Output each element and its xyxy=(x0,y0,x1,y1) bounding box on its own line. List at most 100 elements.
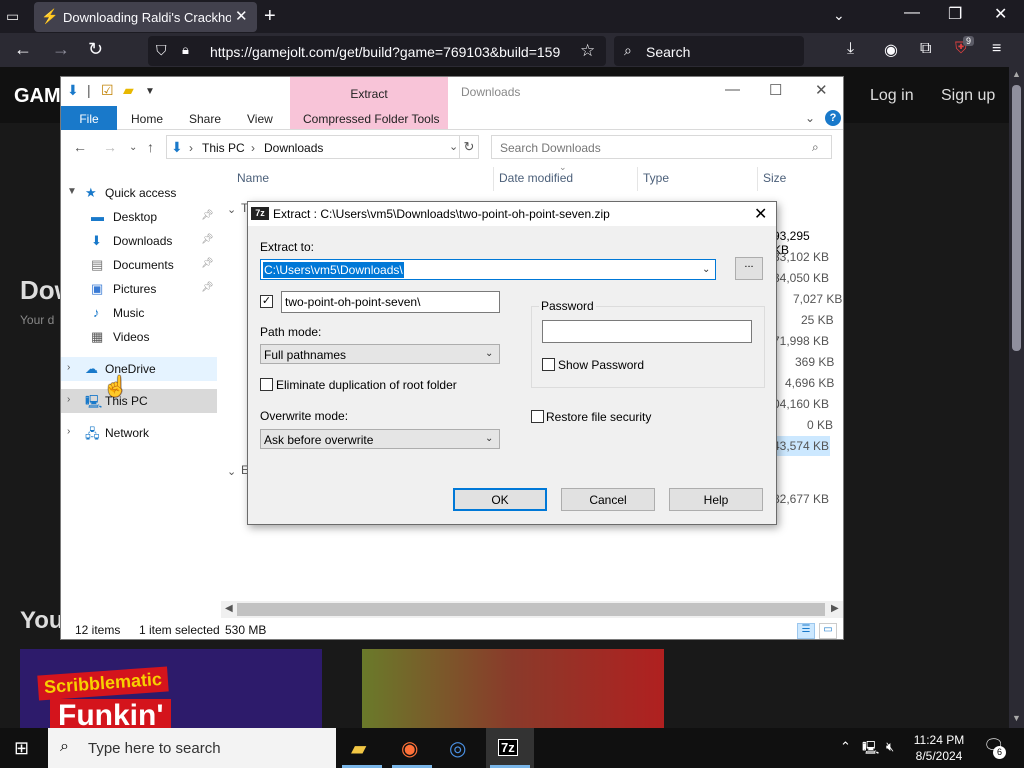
taskbar-search-input[interactable]: ⌕ Type here to search xyxy=(48,728,336,768)
column-size[interactable]: Size xyxy=(763,171,786,185)
scrollbar-thumb[interactable] xyxy=(237,603,825,616)
details-view-icon[interactable]: ☰ xyxy=(797,623,815,639)
windows-start-icon[interactable]: ⊞ xyxy=(14,738,29,759)
explorer-search-input[interactable]: Search Downloads ⌕ xyxy=(491,135,832,159)
nav-onedrive[interactable]: › ☁ OneDrive xyxy=(61,357,217,381)
folder-checkbox[interactable]: ✓ xyxy=(260,295,273,308)
address-dropdown-icon[interactable]: ⌄ xyxy=(449,140,458,153)
scroll-right-icon[interactable]: ▶ xyxy=(831,603,839,614)
restore-icon[interactable]: ❐ xyxy=(948,4,962,24)
forward-icon[interactable]: → xyxy=(52,39,70,60)
column-divider[interactable] xyxy=(493,167,494,191)
volume-muted-icon[interactable]: 🔇︎ xyxy=(886,739,894,755)
expand-ribbon-icon[interactable]: ⌄ xyxy=(805,111,815,125)
group-collapse-icon[interactable]: ⌄ xyxy=(227,203,236,216)
chevron-down-icon[interactable]: ⌄ xyxy=(485,348,493,359)
help-button[interactable]: Help xyxy=(669,488,763,511)
maximize-icon[interactable]: ☐ xyxy=(769,81,782,99)
path-mode-select[interactable]: Full pathnames ⌄ xyxy=(260,344,500,364)
large-icons-view-icon[interactable]: ▭ xyxy=(819,623,837,639)
tab-compressed-folder-tools[interactable]: Compressed Folder Tools xyxy=(303,112,440,126)
close-icon[interactable]: ✕ xyxy=(815,81,828,99)
chevron-down-icon[interactable]: ⌄ xyxy=(485,433,493,444)
overwrite-mode-select[interactable]: Ask before overwrite ⌄ xyxy=(260,429,500,449)
group-collapse-icon[interactable]: ⌄ xyxy=(227,465,236,478)
scroll-up-icon[interactable]: ▲ xyxy=(1012,69,1021,79)
nav-desktop[interactable]: ▬ Desktop 📌︎ xyxy=(61,205,217,229)
taskbar-chrome[interactable]: ◎ xyxy=(436,728,484,768)
tab-view[interactable]: View xyxy=(247,112,273,126)
column-type[interactable]: Type xyxy=(643,171,669,185)
tab-share[interactable]: Share xyxy=(189,112,221,126)
chevron-down-icon[interactable]: ⌄ xyxy=(833,7,845,24)
clock[interactable]: 11:24 PM 8/5/2024 xyxy=(906,732,972,764)
tab-list-icon[interactable]: ▭ xyxy=(6,8,24,24)
extract-to-combo[interactable]: C:\Users\vm5\Downloads\ ⌄ xyxy=(260,259,716,280)
taskbar-file-explorer[interactable]: ▰ xyxy=(338,728,386,768)
back-icon[interactable]: ← xyxy=(14,39,32,60)
url-bar[interactable]: ⛉ 🔒︎ https://gamejolt.com/get/build?game… xyxy=(148,36,606,66)
chevron-down-icon[interactable]: ⌄ xyxy=(702,264,710,275)
address-bar[interactable]: ⬇ › This PC › Downloads ⌄ xyxy=(166,135,479,159)
nav-downloads[interactable]: ⬇ Downloads 📌︎ xyxy=(61,229,217,253)
expand-icon[interactable]: › xyxy=(67,426,70,437)
bookmark-star-icon[interactable]: ☆ xyxy=(580,41,595,61)
nav-quick-access[interactable]: ▼ ★ Quick access xyxy=(61,181,217,205)
account-icon[interactable]: ◉ xyxy=(884,40,898,60)
url-text[interactable]: https://gamejolt.com/get/build?game=7691… xyxy=(210,44,574,60)
signup-link[interactable]: Sign up xyxy=(941,87,995,105)
downloads-icon[interactable]: ⤓ xyxy=(847,40,854,58)
minimize-icon[interactable]: — xyxy=(904,4,920,22)
new-tab-icon[interactable]: + xyxy=(264,5,276,28)
taskbar-firefox[interactable]: ◉ xyxy=(388,728,436,768)
column-divider[interactable] xyxy=(757,167,758,191)
tab-file[interactable]: File xyxy=(61,106,117,130)
search-bar[interactable]: ⌕ Search xyxy=(614,36,804,66)
forward-icon[interactable]: → xyxy=(103,139,117,155)
game-card[interactable]: Scribblematic Funkin' xyxy=(20,649,322,728)
game-card[interactable] xyxy=(362,649,664,728)
column-divider[interactable] xyxy=(637,167,638,191)
expand-icon[interactable]: ▼ xyxy=(67,186,77,197)
menu-icon[interactable]: ≡ xyxy=(992,40,1001,58)
restore-security-checkbox[interactable] xyxy=(531,410,544,423)
show-hidden-icons-icon[interactable]: ⌃ xyxy=(840,739,851,755)
customize-quick-access-icon[interactable]: ▼ xyxy=(145,86,155,97)
cancel-button[interactable]: Cancel xyxy=(561,488,655,511)
close-icon[interactable]: ✕ xyxy=(754,204,767,224)
column-date-modified[interactable]: Date modified xyxy=(499,171,573,185)
nav-videos[interactable]: ▦ Videos xyxy=(61,325,217,349)
new-folder-icon[interactable]: ▰ xyxy=(123,82,134,99)
expand-icon[interactable]: › xyxy=(67,362,70,373)
network-icon[interactable]: 🖳︎ xyxy=(862,739,879,761)
properties-icon[interactable]: ☑ xyxy=(101,82,114,99)
login-link[interactable]: Log in xyxy=(870,87,914,105)
nav-pictures[interactable]: ▣ Pictures 📌︎ xyxy=(61,277,217,301)
expand-icon[interactable]: › xyxy=(67,394,70,405)
extract-to-value[interactable]: C:\Users\vm5\Downloads\ xyxy=(263,262,404,278)
browse-button[interactable]: ... xyxy=(735,257,763,280)
browser-tab[interactable]: ⚡ Downloading Raldi's Crackhouse ✕ xyxy=(34,2,257,32)
scrollbar-thumb[interactable] xyxy=(1012,85,1021,351)
reload-icon[interactable]: ↻ xyxy=(88,39,103,60)
nav-music[interactable]: ♪ Music xyxy=(61,301,217,325)
eliminate-duplication-label[interactable]: Eliminate duplication of root folder xyxy=(276,378,457,392)
horizontal-scrollbar[interactable]: ◀ ▶ xyxy=(221,601,843,618)
minimize-icon[interactable]: — xyxy=(725,81,740,98)
close-tab-icon[interactable]: ✕ xyxy=(235,7,248,25)
recent-locations-icon[interactable]: ⌄ xyxy=(129,142,137,153)
eliminate-duplication-checkbox[interactable] xyxy=(260,378,273,391)
breadcrumb-downloads[interactable]: Downloads xyxy=(264,141,323,155)
scroll-down-icon[interactable]: ▼ xyxy=(1012,713,1021,723)
show-password-label[interactable]: Show Password xyxy=(558,358,644,372)
scroll-left-icon[interactable]: ◀ xyxy=(225,603,233,614)
show-password-checkbox[interactable] xyxy=(542,358,555,371)
shield-icon[interactable]: ⛉ xyxy=(156,42,167,59)
breadcrumb-this-pc[interactable]: This PC xyxy=(202,141,245,155)
ok-button[interactable]: OK xyxy=(453,488,547,511)
download-arrow-icon[interactable]: ⬇ xyxy=(67,82,79,99)
page-scrollbar[interactable]: ▲ ▼ xyxy=(1009,67,1024,728)
lock-icon[interactable]: 🔒︎ xyxy=(182,42,189,58)
password-input[interactable] xyxy=(542,320,752,343)
refresh-icon[interactable]: ↻ xyxy=(459,135,479,159)
